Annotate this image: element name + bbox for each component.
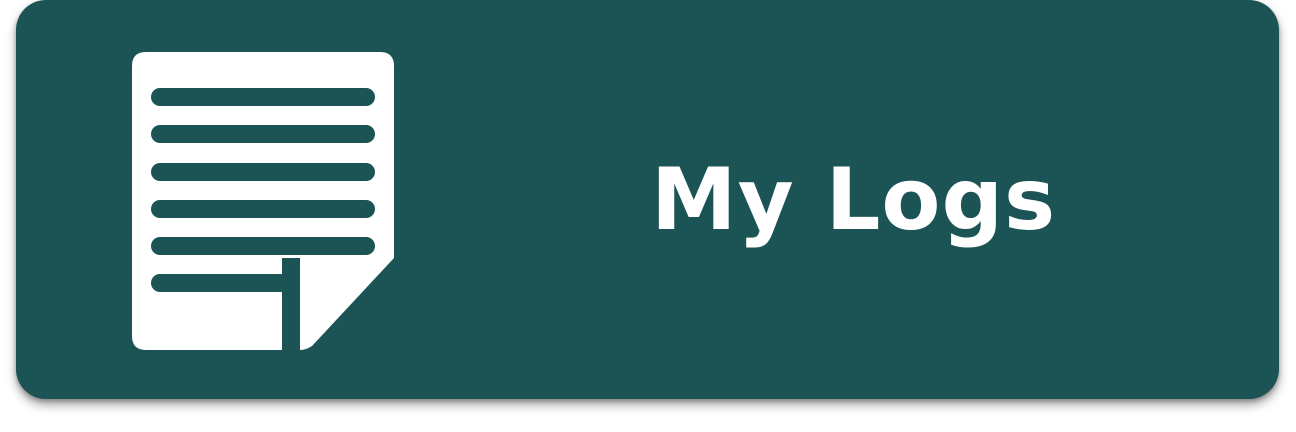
document-log-icon: [132, 52, 394, 350]
my-logs-button[interactable]: My Logs: [16, 0, 1279, 399]
canvas: My Logs: [0, 0, 1296, 432]
button-label: My Logs: [651, 150, 1057, 250]
document-folded-corner: [300, 258, 394, 350]
